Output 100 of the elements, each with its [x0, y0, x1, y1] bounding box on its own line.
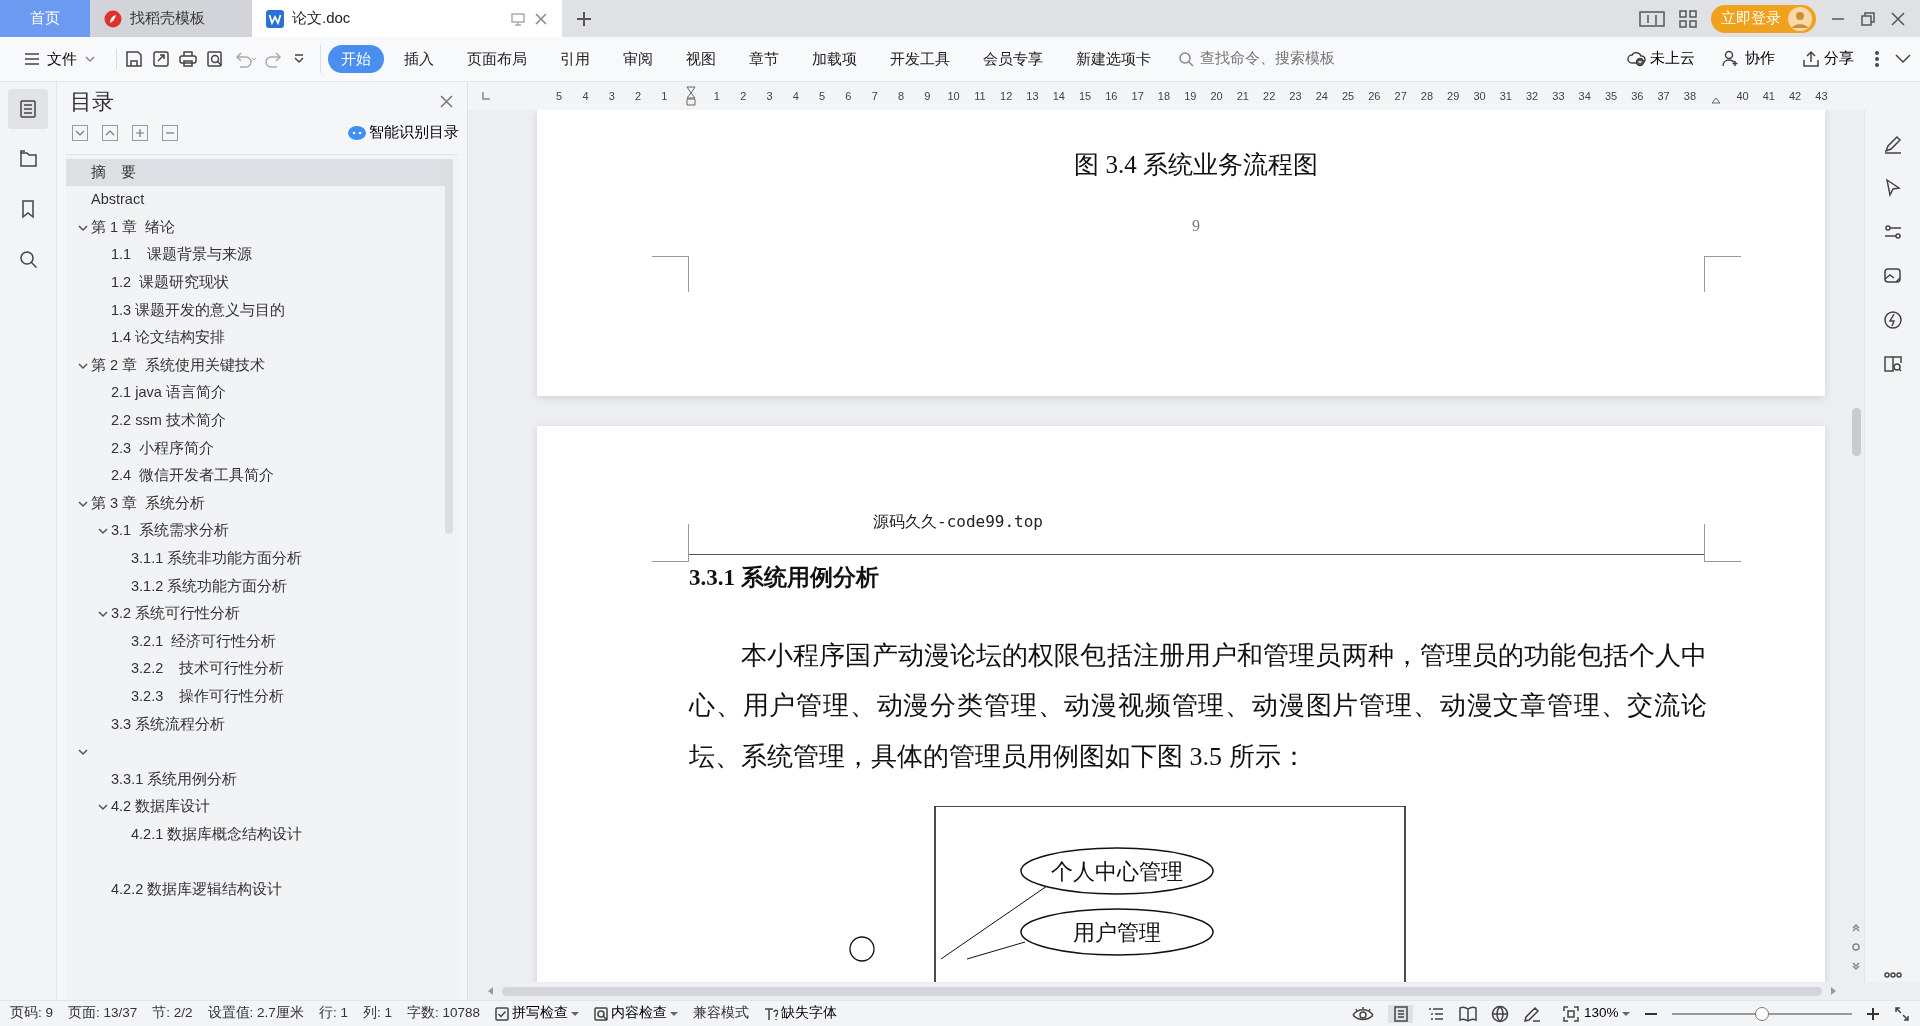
ruler-number: 20: [1209, 88, 1224, 104]
prev-page-icon[interactable]: [1851, 922, 1861, 932]
ruler-number: 6: [844, 88, 853, 104]
more-vertical-icon[interactable]: [1874, 50, 1880, 68]
toc-item[interactable]: 3.3 系统流程分析: [66, 710, 448, 739]
grid-icon[interactable]: [1679, 9, 1697, 28]
pen-icon[interactable]: [1523, 1004, 1542, 1023]
slider-thumb[interactable]: [1755, 1006, 1769, 1021]
ribbon-tab[interactable]: 插入: [391, 44, 447, 74]
ruler-number: 33: [1551, 88, 1566, 104]
ribbon-tab[interactable]: 视图: [673, 44, 729, 74]
eye-icon[interactable]: [1352, 1005, 1375, 1022]
indent-marker-icon[interactable]: [685, 86, 696, 106]
folder-tree-icon[interactable]: [17, 148, 39, 170]
restore-icon[interactable]: [1860, 10, 1876, 27]
save-icon[interactable]: [124, 49, 144, 69]
scrollbar-thumb[interactable]: [502, 986, 1822, 996]
collaborate-button[interactable]: 协作: [1715, 47, 1781, 71]
toc-panel-icon[interactable]: [17, 98, 39, 120]
close-icon[interactable]: [440, 94, 453, 108]
preview-icon[interactable]: [205, 49, 225, 69]
page-view-icon[interactable]: [1391, 1004, 1410, 1023]
leaf-logo-icon: [104, 9, 122, 28]
fullscreen-icon[interactable]: [1894, 1005, 1910, 1022]
lightning-circle-icon[interactable]: [1881, 309, 1904, 331]
caret-icon[interactable]: [76, 746, 89, 758]
search-field[interactable]: 查找命令、搜索模板: [1178, 47, 1408, 71]
ruler-number: 42: [1787, 88, 1803, 104]
select-browse-icon[interactable]: [1851, 942, 1861, 952]
minus-icon[interactable]: [162, 124, 178, 141]
toc-item[interactable]: 第 1 章 绪论: [66, 213, 448, 242]
toc-item[interactable]: 3.3.1 系统用例分析: [66, 765, 448, 794]
print-icon[interactable]: [178, 49, 198, 69]
content-check-button[interactable]: 内容检查: [593, 1003, 678, 1024]
zoom-in-icon[interactable]: [1866, 1006, 1880, 1021]
book-view-icon[interactable]: [1459, 1004, 1478, 1023]
toc-item[interactable]: 4.2.2 数据库逻辑结构设计: [66, 876, 448, 904]
file-menu[interactable]: 文件: [18, 46, 102, 72]
toc-item[interactable]: 4.2.1 数据库概念结构设计: [66, 821, 448, 849]
toc-item[interactable]: 3.2.3 操作可行性分析: [66, 683, 448, 711]
new-tab-icon[interactable]: [576, 10, 592, 27]
toc-item[interactable]: 1.2 课题研究现状: [66, 269, 448, 297]
toc-item[interactable]: 2.4 微信开发者工具简介: [66, 462, 448, 490]
toc-item[interactable]: 2.1 java 语言简介: [66, 379, 448, 408]
ruler-number: 3: [765, 88, 774, 104]
window-tab[interactable]: 论文.doc: [252, 0, 562, 37]
spell-check-button[interactable]: 拼写检查: [494, 1003, 579, 1024]
ribbon-tab[interactable]: 新建选项卡: [1063, 44, 1164, 74]
close-icon[interactable]: [534, 11, 548, 26]
reading-mode-icon[interactable]: [1639, 9, 1665, 28]
chevron-down-icon[interactable]: [1894, 53, 1912, 65]
expand-up-icon[interactable]: [102, 124, 118, 141]
toc-item[interactable]: 3.2 系统可行性分析: [66, 600, 448, 628]
toc-item[interactable]: 1.1 课题背景与来源: [66, 241, 448, 270]
ribbon-tab[interactable]: 页面布局: [454, 44, 540, 74]
toc-item[interactable]: 3.2.2 技术可行性分析: [66, 655, 448, 684]
ruler-number: 22: [1262, 88, 1277, 104]
toc-item[interactable]: 2.3 小程序简介: [66, 434, 448, 463]
ribbon-tab[interactable]: 加载项: [799, 44, 870, 74]
cloud-status[interactable]: 未上云: [1620, 47, 1701, 71]
toc-item[interactable]: 第 2 章 系统使用关键技术: [66, 351, 448, 380]
collapse-down-icon[interactable]: [72, 124, 88, 141]
share-button[interactable]: 分享: [1794, 47, 1860, 71]
menu-icon: [24, 52, 40, 66]
zoom-menu[interactable]: 130%: [1562, 1003, 1630, 1024]
close-icon[interactable]: [1890, 10, 1906, 27]
ribbon-tab[interactable]: 章节: [736, 44, 792, 74]
ruler-number: 1: [712, 88, 721, 104]
ribbon-tab[interactable]: 审阅: [610, 44, 666, 74]
toc-item[interactable]: 3.2.1 经济可行性分析: [66, 627, 448, 656]
export-icon[interactable]: [151, 49, 171, 69]
toc-item[interactable]: Abstract: [66, 186, 448, 214]
toc-item[interactable]: 3.1 系统需求分析: [66, 517, 448, 546]
ribbon-tab[interactable]: 引用: [547, 44, 603, 74]
book-search-icon[interactable]: [1881, 353, 1904, 375]
search-icon[interactable]: [17, 248, 39, 270]
toc-item[interactable]: 3.1.2 系统功能方面分析: [66, 572, 448, 601]
globe-icon[interactable]: [1491, 1004, 1510, 1023]
scrollbar-thumb[interactable]: [1851, 408, 1861, 456]
toc-item[interactable]: 摘 要: [66, 158, 448, 187]
toc-item[interactable]: 1.4 论文结构安排: [66, 324, 448, 352]
toc-item[interactable]: 第 3 章 系统分析: [66, 489, 448, 518]
smart-toc-button[interactable]: 智能识别目录: [347, 122, 459, 144]
check-box-icon: [494, 1006, 509, 1021]
ribbon-tab[interactable]: 开发工具: [877, 44, 963, 74]
next-page-icon[interactable]: [1851, 962, 1861, 972]
window-tab[interactable]: 找稻壳模板: [90, 0, 252, 37]
ribbon-tab[interactable]: 会员专享: [970, 44, 1056, 74]
toc-item[interactable]: 3.1.1 系统非功能方面分析: [66, 545, 448, 573]
figure-caption: 图 3.4 系统业务流程图: [1073, 150, 1319, 180]
toc-item[interactable]: 4.2 数据库设计: [66, 793, 448, 821]
ruler-number: 31: [1498, 88, 1513, 104]
ruler-number: 4: [791, 88, 800, 104]
more-icon[interactable]: [1883, 972, 1902, 978]
missing-font-button[interactable]: 缺失字体: [763, 1003, 837, 1024]
plus-icon[interactable]: [132, 124, 148, 141]
caret-icon: [570, 1010, 579, 1017]
toc-item[interactable]: 1.3 课题开发的意义与目的: [66, 296, 448, 325]
more-caret-icon[interactable]: [292, 52, 306, 66]
toc-item[interactable]: 2.2 ssm 技术简介: [66, 407, 448, 435]
